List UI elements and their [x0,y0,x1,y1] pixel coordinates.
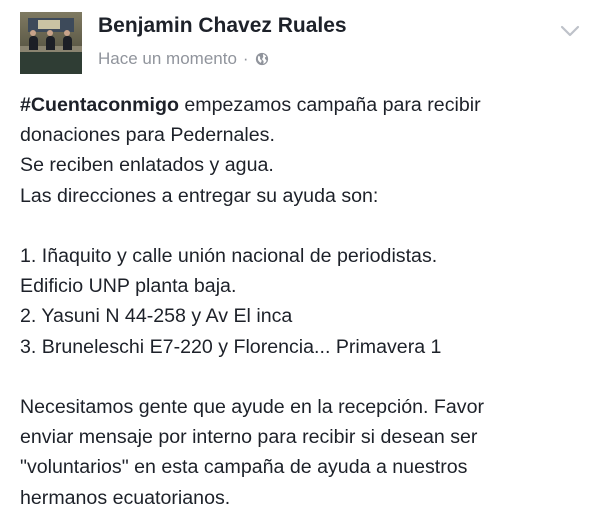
avatar-photo-cloth [20,52,82,74]
avatar-photo-person [29,36,38,50]
author-name[interactable]: Benjamin Chavez Ruales [98,14,347,38]
hashtag-link[interactable]: #Cuentaconmigo [20,94,179,116]
avatar-photo-window [38,20,60,29]
address-line: 2. Yasuni N 44-258 y Av El inca [20,305,293,328]
closing-line: hermanos ecuatorianos. [20,486,231,509]
post-line-text: empezamos campaña para recibir [178,94,481,116]
closing-line: Necesitamos gente que ayude en la recepc… [20,396,484,418]
chevron-down-icon[interactable] [560,24,580,38]
avatar[interactable] [20,12,82,74]
post-timestamp[interactable]: Hace un momento [98,49,237,69]
avatar-photo-person [63,36,72,50]
post-header: Benjamin Chavez Ruales Hace un momento · [20,12,580,74]
address-line: Edificio UNP planta baja. [20,275,237,298]
post-line: Se reciben enlatados y agua. [20,154,274,177]
post-line: Las direcciones a entregar su ayuda son: [20,184,379,207]
address-line: 1. Iñaquito y calle unión nacional de pe… [20,245,438,267]
globe-icon[interactable] [255,52,269,66]
meta-separator: · [242,49,249,68]
post-line: #Cuentaconmigo empezamos campaña para re… [20,90,588,120]
post-body: #Cuentaconmigo empezamos campaña para re… [20,90,588,513]
avatar-photo-person [46,36,55,50]
closing-line: "voluntarios" en esta campaña de ayuda a… [20,456,468,479]
post-line: donaciones para Pedernales. [20,124,275,147]
closing-line: enviar mensaje por interno para recibir … [20,426,478,449]
post-meta: Hace un momento · [98,49,269,69]
facebook-post: Benjamin Chavez Ruales Hace un momento ·… [0,0,600,509]
address-line: 3. Bruneleschi E7-220 y Florencia... Pri… [20,335,442,358]
